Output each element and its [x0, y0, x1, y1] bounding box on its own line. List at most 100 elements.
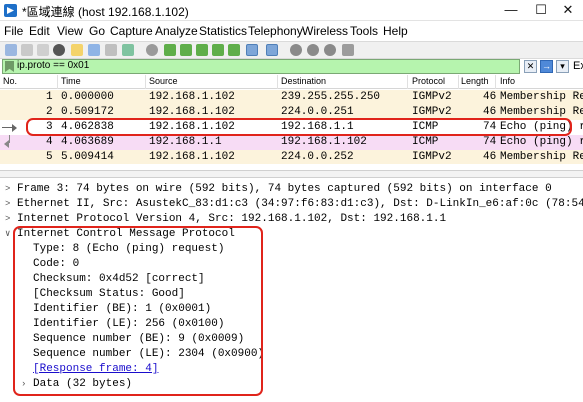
- packet-protocol: ICMP: [412, 136, 439, 148]
- packet-destination: 192.168.1.102: [281, 136, 367, 148]
- packet-time: 0.509172: [61, 106, 114, 118]
- packet-length: 74: [483, 136, 497, 148]
- first-packet-icon[interactable]: [212, 44, 224, 56]
- bookmark-icon[interactable]: [5, 61, 14, 72]
- colorize-icon[interactable]: [266, 44, 278, 56]
- column-separator: [145, 75, 146, 89]
- packet-source: 192.168.1.102: [149, 106, 235, 118]
- packet-protocol: IGMPv2: [412, 106, 452, 118]
- close-button[interactable]: ✕: [553, 0, 583, 21]
- packet-destination: 239.255.255.250: [281, 91, 381, 103]
- last-packet-icon[interactable]: [228, 44, 240, 56]
- packet-no: 1: [46, 91, 53, 103]
- packet-no: 2: [46, 106, 53, 118]
- close-file-icon[interactable]: [105, 44, 117, 56]
- maximize-button[interactable]: ☐: [526, 0, 556, 21]
- packet-time: 5.009414: [61, 151, 114, 163]
- related-packet-marker: [0, 135, 20, 150]
- save-file-icon[interactable]: [88, 44, 100, 56]
- filter-dropdown-button[interactable]: ▾: [556, 60, 569, 73]
- capture-options-icon[interactable]: [53, 44, 65, 56]
- go-forward-icon[interactable]: [180, 44, 192, 56]
- packet-source: 192.168.1.102: [149, 91, 235, 103]
- expand-arrow-icon[interactable]: >: [5, 212, 13, 227]
- start-capture-icon[interactable]: [5, 44, 17, 56]
- display-filter-text: ip.proto == 0x01: [17, 60, 90, 71]
- packet-source: 192.168.1.102: [149, 151, 235, 163]
- packet-row[interactable]: 1 0.000000 192.168.1.102 239.255.255.250…: [0, 90, 583, 105]
- menu-capture[interactable]: Capture: [110, 24, 153, 38]
- wireshark-app-icon: [4, 4, 17, 17]
- packet-length: 46: [483, 106, 497, 118]
- packet-time: 4.063689: [61, 136, 114, 148]
- find-packet-icon[interactable]: [146, 44, 158, 56]
- column-header-protocol[interactable]: Protocol: [412, 76, 445, 86]
- clear-filter-button[interactable]: ✕: [524, 60, 537, 73]
- column-header-destination[interactable]: Destination: [281, 76, 326, 86]
- expression-button[interactable]: Ex: [573, 60, 583, 72]
- title-bar: *區域連線 (host 192.168.1.102) — ☐ ✕: [0, 0, 583, 21]
- menu-view[interactable]: View: [57, 24, 83, 38]
- related-packet-marker: [0, 120, 20, 135]
- go-back-icon[interactable]: [164, 44, 176, 56]
- icmp-detail-highlight: [13, 226, 263, 396]
- packet-info: Echo (ping) re: [500, 136, 583, 148]
- main-toolbar: [0, 41, 583, 59]
- go-to-packet-icon[interactable]: [196, 44, 208, 56]
- packet-info: Membership Re: [500, 151, 583, 163]
- display-filter-input[interactable]: ip.proto == 0x01: [2, 59, 520, 74]
- reload-file-icon[interactable]: [122, 44, 134, 56]
- collapse-arrow-icon[interactable]: ∨: [5, 227, 13, 242]
- column-separator: [495, 75, 496, 89]
- menu-telephony[interactable]: Telephony: [248, 24, 303, 38]
- packet-no: 5: [46, 151, 53, 163]
- column-header-no[interactable]: No.: [3, 76, 17, 86]
- column-header-info[interactable]: Info: [500, 76, 515, 86]
- menu-bar: File Edit View Go Capture Analyze Statis…: [0, 21, 583, 41]
- column-header-source[interactable]: Source: [149, 76, 178, 86]
- detail-frame[interactable]: Frame 3: 74 bytes on wire (592 bits), 74…: [17, 182, 552, 197]
- column-separator: [407, 75, 408, 89]
- selected-row-highlight: [26, 118, 572, 136]
- detail-ethernet[interactable]: Ethernet II, Src: AsustekC_83:d1:c3 (34:…: [17, 197, 583, 212]
- menu-help[interactable]: Help: [383, 24, 408, 38]
- packet-row[interactable]: 5 5.009414 192.168.1.102 224.0.0.252 IGM…: [0, 150, 583, 165]
- menu-analyze[interactable]: Analyze: [155, 24, 198, 38]
- packet-protocol: IGMPv2: [412, 91, 452, 103]
- apply-filter-button[interactable]: →: [540, 60, 553, 73]
- packet-row[interactable]: 4 4.063689 192.168.1.1 192.168.1.102 ICM…: [0, 135, 583, 150]
- stop-capture-icon[interactable]: [21, 44, 33, 56]
- packet-source: 192.168.1.1: [149, 136, 222, 148]
- packet-info: Membership Re: [500, 91, 583, 103]
- detail-ip[interactable]: Internet Protocol Version 4, Src: 192.16…: [17, 212, 446, 227]
- expand-arrow-icon[interactable]: >: [5, 197, 13, 212]
- packet-info: Membership Re: [500, 106, 583, 118]
- column-separator: [277, 75, 278, 89]
- column-header-time[interactable]: Time: [61, 76, 81, 86]
- minimize-button[interactable]: —: [496, 0, 526, 21]
- auto-scroll-icon[interactable]: [246, 44, 258, 56]
- packet-list-header: No. Time Source Destination Protocol Len…: [0, 75, 583, 89]
- packet-time: 0.000000: [61, 91, 114, 103]
- menu-file[interactable]: File: [4, 24, 23, 38]
- column-separator: [458, 75, 459, 89]
- menu-tools[interactable]: Tools: [350, 24, 378, 38]
- packet-protocol: IGMPv2: [412, 151, 452, 163]
- expand-arrow-icon[interactable]: >: [5, 182, 13, 197]
- zoom-out-icon[interactable]: [307, 44, 319, 56]
- pane-splitter[interactable]: [0, 170, 583, 178]
- menu-edit[interactable]: Edit: [29, 24, 50, 38]
- resize-columns-icon[interactable]: [342, 44, 354, 56]
- menu-statistics[interactable]: Statistics: [199, 24, 247, 38]
- menu-go[interactable]: Go: [89, 24, 105, 38]
- packet-length: 46: [483, 91, 497, 103]
- normal-size-icon[interactable]: [324, 44, 336, 56]
- zoom-in-icon[interactable]: [290, 44, 302, 56]
- packet-length: 46: [483, 151, 497, 163]
- packet-destination: 224.0.0.251: [281, 106, 354, 118]
- window-title: *區域連線 (host 192.168.1.102): [22, 5, 189, 19]
- restart-capture-icon[interactable]: [37, 44, 49, 56]
- open-file-icon[interactable]: [71, 44, 83, 56]
- column-header-length[interactable]: Length: [461, 76, 489, 86]
- menu-wireless[interactable]: Wireless: [302, 24, 348, 38]
